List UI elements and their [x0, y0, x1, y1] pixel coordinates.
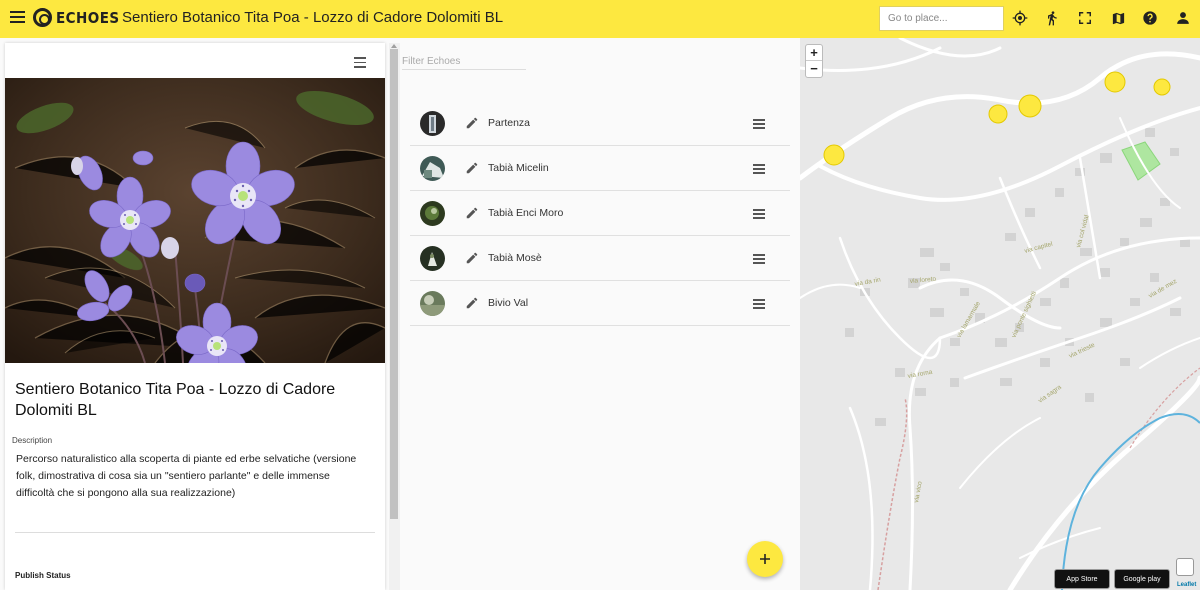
echo-thumbnail	[420, 201, 445, 226]
divider	[15, 532, 375, 533]
echo-marker	[988, 104, 1008, 124]
leaflet-attribution[interactable]: Leaflet	[1177, 582, 1196, 588]
street-label: via ponte sighietti	[1010, 290, 1038, 338]
zoom-out-button[interactable]: −	[806, 61, 822, 77]
publish-status-label: Publish Status	[15, 571, 71, 580]
echo-thumbnail	[420, 111, 445, 136]
scrollbar-thumb[interactable]	[390, 49, 398, 519]
edit-pencil-icon[interactable]	[465, 251, 479, 265]
map-layers-button[interactable]	[1176, 558, 1194, 576]
scroll-up-arrow-icon[interactable]	[391, 44, 397, 48]
street-label: via roma	[907, 369, 933, 380]
echoes-panel: Partenza Tabià Micelin Tabià Enci Moro	[400, 38, 800, 590]
street-label: via col vidal	[1075, 214, 1091, 249]
menu-icon[interactable]	[10, 11, 25, 25]
google-play-button[interactable]: Google play	[1114, 569, 1170, 589]
echo-name[interactable]: Tabià Enci Moro	[488, 207, 563, 219]
zoom-in-button[interactable]: +	[806, 45, 822, 61]
echo-thumbnail	[420, 246, 445, 271]
echo-name[interactable]: Tabià Micelin	[488, 162, 549, 174]
panel-scrollbar[interactable]	[389, 43, 400, 590]
app-store-label: App Store	[1066, 575, 1098, 583]
map-tiles[interactable]: via da rin via loreto via capitel via co…	[800, 38, 1200, 590]
fullscreen-icon[interactable]	[1076, 9, 1094, 27]
app-logo[interactable]: ECHOES	[33, 8, 127, 27]
walk-icon[interactable]	[1043, 9, 1061, 27]
drag-handle-icon[interactable]	[753, 209, 765, 219]
list-item[interactable]: Tabià Mosè	[410, 236, 790, 281]
street-label: via sagra	[1037, 384, 1063, 405]
map-view[interactable]: via da rin via loreto via capitel via co…	[800, 38, 1200, 590]
echo-thumbnail	[420, 156, 445, 181]
list-item[interactable]: Tabià Micelin	[410, 146, 790, 191]
echo-name[interactable]: Tabià Mosè	[488, 252, 542, 264]
locate-icon[interactable]	[1011, 9, 1029, 27]
echo-marker	[1104, 71, 1126, 93]
logo-text: ECHOES	[56, 8, 120, 27]
echo-name[interactable]: Partenza	[488, 117, 530, 129]
add-echo-button[interactable]	[747, 541, 783, 577]
description-label: Description	[12, 436, 53, 445]
track-details-panel: Sentiero Botanico Tita Poa - Lozzo di Ca…	[5, 43, 385, 590]
echo-marker	[823, 144, 845, 166]
echo-name[interactable]: Bivio Val	[488, 297, 528, 309]
edit-pencil-icon[interactable]	[465, 206, 479, 220]
google-play-label: Google play	[1123, 575, 1161, 583]
echoes-logo-icon	[33, 8, 52, 27]
edit-pencil-icon[interactable]	[465, 116, 479, 130]
street-label: via da rin	[854, 276, 882, 288]
top-app-bar: ECHOES Sentiero Botanico Tita Poa - Lozz…	[0, 0, 1200, 38]
description-text: Percorso naturalistico alla scoperta di …	[16, 453, 357, 499]
drag-handle-icon[interactable]	[753, 299, 765, 309]
plus-icon	[760, 554, 770, 564]
drag-handle-icon[interactable]	[753, 164, 765, 174]
echo-marker	[1018, 94, 1042, 118]
go-to-place-input[interactable]	[879, 6, 1004, 31]
help-icon[interactable]	[1141, 9, 1159, 27]
drag-handle-icon[interactable]	[753, 254, 765, 264]
zoom-control: + −	[805, 44, 823, 78]
list-item[interactable]: Partenza	[410, 101, 790, 146]
track-cover-photo	[5, 78, 385, 363]
app-store-button[interactable]: App Store	[1054, 569, 1110, 589]
list-item[interactable]: Bivio Val	[410, 281, 790, 326]
drag-handle-icon[interactable]	[753, 119, 765, 129]
filter-echoes-input[interactable]	[402, 54, 526, 70]
page-title: Sentiero Botanico Tita Poa - Lozzo di Ca…	[122, 9, 504, 26]
map-icon[interactable]	[1109, 9, 1127, 27]
account-icon[interactable]	[1174, 9, 1192, 27]
street-label: via vico	[913, 480, 924, 503]
echo-thumbnail	[420, 291, 445, 316]
echoes-list: Partenza Tabià Micelin Tabià Enci Moro T…	[410, 101, 790, 326]
track-title: Sentiero Botanico Tita Poa - Lozzo di Ca…	[15, 381, 336, 419]
echo-marker	[1153, 78, 1171, 96]
list-item[interactable]: Tabià Enci Moro	[410, 191, 790, 236]
edit-pencil-icon[interactable]	[465, 161, 479, 175]
panel-menu-icon[interactable]	[354, 57, 366, 68]
edit-pencil-icon[interactable]	[465, 296, 479, 310]
